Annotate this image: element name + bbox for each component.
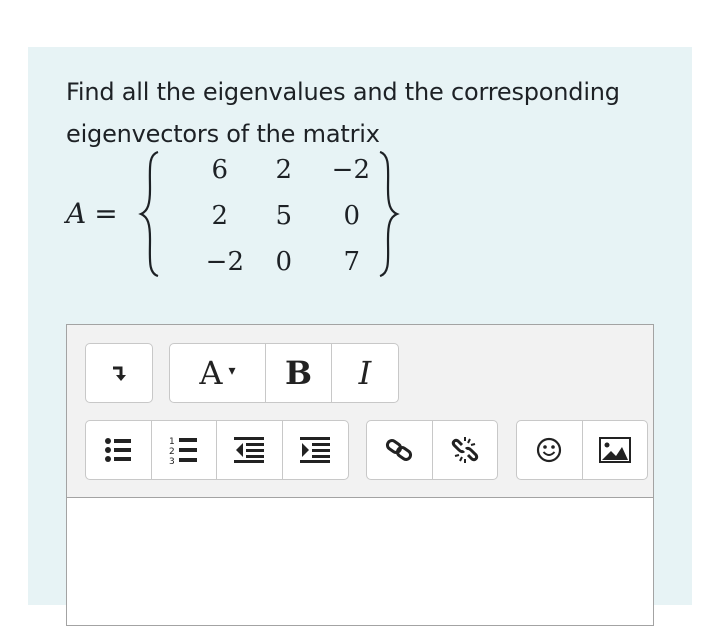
image-button[interactable] [583, 421, 648, 479]
outdent-button[interactable] [217, 421, 283, 479]
font-style-button[interactable]: A ▾ [170, 344, 266, 402]
svg-text:3: 3 [169, 457, 175, 465]
svg-text:2: 2 [169, 447, 175, 457]
italic-button[interactable]: I [332, 344, 398, 402]
editor-toolbar: A ▾ B I 1 2 3 [67, 325, 653, 498]
italic-label: I [358, 354, 372, 392]
emoji-button[interactable] [517, 421, 583, 479]
question-text: Find all the eigenvalues and the corresp… [66, 78, 620, 148]
numbered-list-icon: 1 2 3 [169, 437, 197, 465]
matrix-cell-r2c2: 5 [275, 201, 292, 231]
toolbar-group-lists: 1 2 3 [85, 420, 349, 480]
image-icon [598, 437, 631, 463]
left-brace [138, 150, 159, 278]
matrix-cell-r2c1: 2 [211, 201, 228, 231]
toolbar-group-expand [85, 343, 153, 403]
matrix-name: A [66, 197, 87, 230]
emoji-icon [537, 437, 562, 463]
numbered-list-button[interactable]: 1 2 3 [152, 421, 217, 479]
matrix-cell-r3c2: 0 [275, 247, 292, 277]
font-style-label: A [199, 354, 223, 392]
toolbar-toggle-button[interactable] [86, 344, 152, 402]
editor-content-area[interactable] [67, 498, 653, 625]
arrow-down-right-icon [113, 366, 126, 381]
bullet-list-button[interactable] [86, 421, 152, 479]
equals-sign: = [94, 197, 118, 230]
question-card: Find all the eigenvalues and the corresp… [28, 47, 692, 626]
matrix-cell-r1c2: 2 [275, 155, 292, 185]
matrix-equation: A = 6 2 −2 2 5 0 −2 0 7 [66, 149, 400, 279]
outdent-icon [234, 437, 265, 463]
link-icon [386, 439, 413, 461]
matrix-lhs: A = [66, 197, 118, 230]
chevron-down-icon: ▾ [228, 363, 236, 379]
toolbar-group-media [516, 420, 648, 480]
matrix-cell-r2c3: 0 [343, 201, 360, 231]
bold-label: B [284, 354, 313, 392]
indent-icon [300, 437, 331, 463]
toolbar-group-text-style: A ▾ B I [169, 343, 399, 403]
link-button[interactable] [367, 421, 433, 479]
matrix-cell-r1c1: 6 [211, 155, 228, 185]
rich-text-editor: A ▾ B I 1 2 3 [66, 324, 654, 626]
unlink-icon [451, 437, 478, 463]
indent-button[interactable] [283, 421, 349, 479]
right-brace [379, 150, 400, 278]
bullet-list-icon [105, 438, 132, 462]
toolbar-group-links [366, 420, 498, 480]
unlink-button[interactable] [433, 421, 498, 479]
bold-button[interactable]: B [266, 344, 332, 402]
svg-text:1: 1 [169, 437, 175, 447]
matrix-cell-r3c1: −2 [205, 247, 244, 277]
matrix-cell-r3c3: 7 [343, 247, 360, 277]
matrix-cell-r1c3: −2 [331, 155, 370, 185]
